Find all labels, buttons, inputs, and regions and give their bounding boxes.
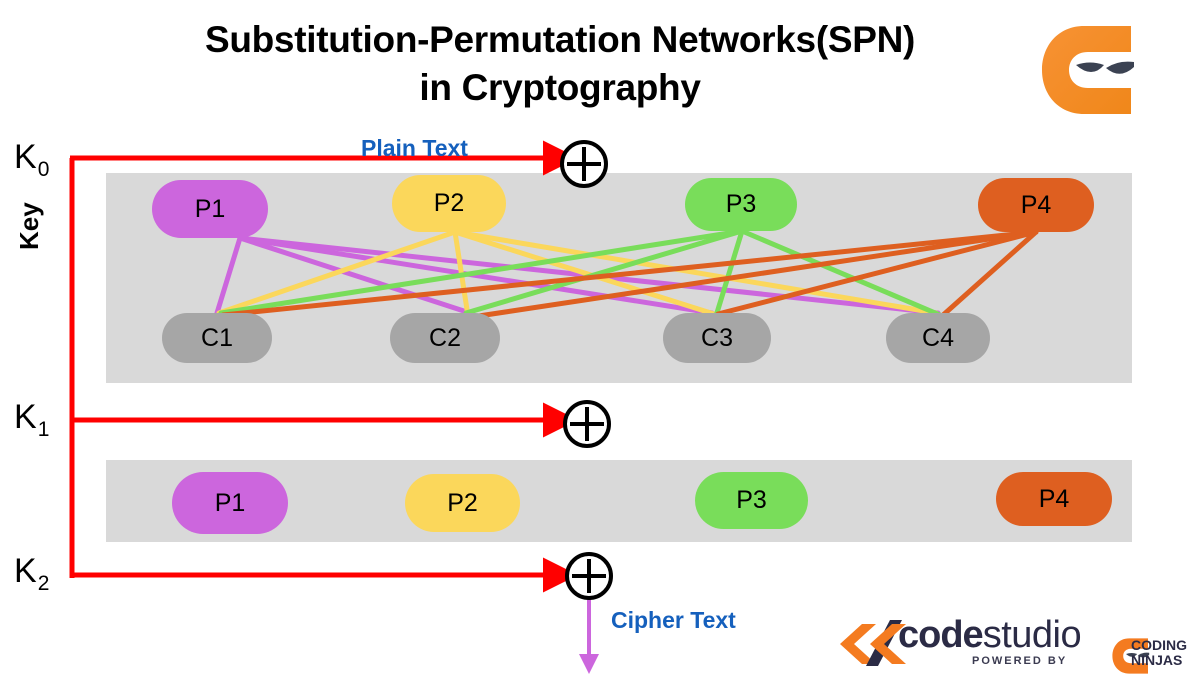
node-label: P2 bbox=[447, 488, 478, 517]
xor-gate-round-2[interactable] bbox=[565, 552, 613, 600]
plain-text-label: Plain Text bbox=[361, 135, 468, 161]
key-axis-label: Key bbox=[14, 202, 44, 250]
codestudio-studio-text: studio bbox=[982, 614, 1082, 656]
round1-perm-c1[interactable]: C1 bbox=[162, 313, 272, 363]
title-line-2: in Cryptography bbox=[419, 67, 701, 108]
page-title: Substitution-Permutation Networks(SPN) i… bbox=[120, 16, 1000, 112]
node-label: P4 bbox=[1020, 190, 1052, 219]
coding-ninjas-logo-icon bbox=[1042, 26, 1134, 114]
node-label: P2 bbox=[433, 189, 465, 217]
node-label: P3 bbox=[725, 190, 757, 218]
round1-perm-c4[interactable]: C4 bbox=[886, 313, 990, 363]
node-label: C4 bbox=[922, 323, 954, 352]
round1-sbox-p1[interactable]: P1 bbox=[152, 180, 268, 238]
coding-ninjas-wordmark: CODING NINJAS bbox=[1131, 638, 1187, 668]
cipher-text-label: Cipher Text bbox=[611, 607, 736, 633]
key-label-k1: K1 bbox=[14, 398, 50, 441]
round2-sbox-p1[interactable]: P1 bbox=[172, 472, 288, 534]
round1-perm-c3[interactable]: C3 bbox=[663, 313, 771, 363]
node-label: P1 bbox=[194, 194, 226, 223]
spn-diagram-canvas: Substitution-Permutation Networks(SPN) i… bbox=[0, 0, 1200, 700]
ninjas-text: NINJAS bbox=[1131, 652, 1183, 668]
xor-gate-round-1[interactable] bbox=[563, 400, 611, 448]
title-line-1: Substitution-Permutation Networks(SPN) bbox=[204, 19, 916, 60]
round1-sbox-p4[interactable]: P4 bbox=[978, 178, 1094, 232]
round2-sbox-p3[interactable]: P3 bbox=[695, 472, 808, 529]
coding-text: CODING bbox=[1131, 637, 1187, 653]
node-label: P3 bbox=[736, 486, 767, 514]
powered-by-label: POWERED BY bbox=[972, 655, 1068, 667]
node-label: P1 bbox=[214, 488, 246, 517]
round2-sbox-p2[interactable]: P2 bbox=[405, 474, 520, 532]
round2-sbox-p4[interactable]: P4 bbox=[996, 472, 1112, 526]
round1-sbox-p2[interactable]: P2 bbox=[392, 175, 506, 232]
xor-gate-round-0[interactable] bbox=[560, 140, 608, 188]
node-label: C3 bbox=[701, 323, 733, 352]
codestudio-code-text: code bbox=[898, 614, 984, 656]
key-label-k2: K2 bbox=[14, 552, 50, 595]
key-label-k0: K0 bbox=[14, 138, 50, 181]
codestudio-wordmark: codestudio bbox=[898, 614, 1082, 657]
node-label: C2 bbox=[429, 323, 461, 352]
round1-perm-c2[interactable]: C2 bbox=[390, 313, 500, 363]
round1-sbox-p3[interactable]: P3 bbox=[685, 178, 797, 231]
node-label: P4 bbox=[1038, 484, 1070, 513]
node-label: C1 bbox=[201, 323, 233, 352]
